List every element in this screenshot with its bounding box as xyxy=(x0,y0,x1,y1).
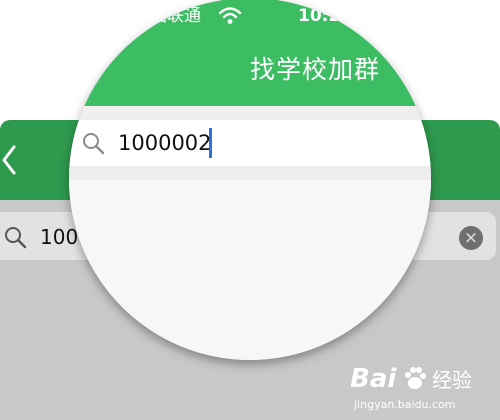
clear-icon[interactable]: × xyxy=(459,226,483,250)
search-icon xyxy=(4,226,28,250)
search-icon xyxy=(82,132,106,156)
results-area xyxy=(69,180,431,360)
watermark-logo: Bai xyxy=(350,364,397,394)
status-bar xyxy=(69,0,431,38)
separator xyxy=(69,166,431,180)
wifi-icon xyxy=(218,6,242,26)
watermark-name: 经验 xyxy=(432,368,472,392)
magnifier-loupe: 国联通 10:2 找学校加群 1000002 xyxy=(69,0,431,360)
baidu-paw-icon xyxy=(400,364,430,394)
page-title: 找学校加群 xyxy=(250,55,381,84)
text-cursor xyxy=(209,128,212,158)
chevron-left-icon[interactable] xyxy=(2,145,16,175)
watermark-url: jingyan.baidu.com xyxy=(354,398,456,411)
carrier-label: 国联通 xyxy=(150,6,201,26)
watermark: Bai 经验 jingyan.baidu.com xyxy=(350,362,490,414)
status-time: 10:2 xyxy=(298,6,341,26)
separator xyxy=(69,106,431,120)
search-input[interactable]: 1000002 xyxy=(118,128,212,158)
